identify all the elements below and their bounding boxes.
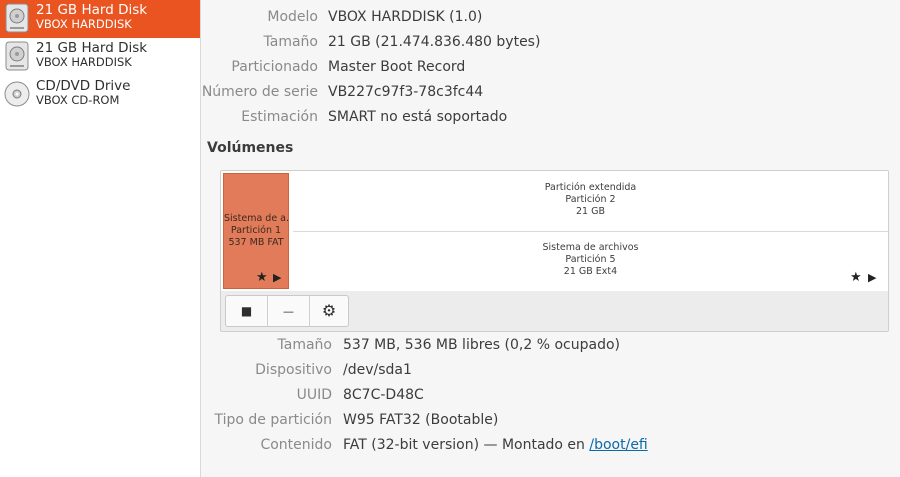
drive-model: VBOX HARDDISK bbox=[36, 17, 132, 31]
logical-partition-size: 21 GB Ext4 bbox=[563, 266, 618, 277]
drive-item-hard-disk-1[interactable]: 21 GB Hard Disk VBOX HARDDISK bbox=[0, 0, 200, 38]
extended-partition-size: 21 GB bbox=[576, 206, 605, 217]
partition-size-value: 537 MB, 536 MB libres (0,2 % ocupado) bbox=[343, 337, 620, 353]
partition-type-label: Tipo de partición bbox=[214, 412, 333, 428]
contents-value: FAT (32-bit version) — Montado en /boot/… bbox=[343, 435, 648, 455]
logical-partition-block[interactable]: Sistema de archivos Partición 5 21 GB Ex… bbox=[293, 232, 888, 291]
drive-sidebar: 21 GB Hard Disk VBOX HARDDISK 21 GB Hard… bbox=[0, 0, 201, 477]
size-value: 21 GB (21.474.836.480 bytes) bbox=[328, 34, 541, 50]
partition-options-button[interactable]: ⚙ bbox=[310, 296, 348, 326]
drive-model: VBOX HARDDISK bbox=[36, 55, 132, 69]
logical-partition-fs: Sistema de archivos bbox=[542, 242, 639, 253]
model-value: VBOX HARDDISK (1.0) bbox=[328, 9, 483, 25]
device-value: /dev/sda1 bbox=[343, 362, 412, 378]
extended-partition-type: Partición extendida bbox=[544, 182, 637, 193]
volumes-heading: Volúmenes bbox=[207, 140, 294, 156]
device-label: Dispositivo bbox=[255, 362, 332, 378]
drive-item-cd-dvd[interactable]: CD/DVD Drive VBOX CD-ROM bbox=[0, 76, 200, 114]
gear-icon: ⚙ bbox=[321, 301, 337, 320]
volumes-graphic: Sistema de a... Partición 1 537 MB FAT ★… bbox=[220, 170, 889, 332]
model-label: Modelo bbox=[267, 9, 318, 25]
volume-toolbar: ■ — ⚙ bbox=[225, 295, 349, 327]
partition-1-size: 537 MB FAT bbox=[228, 237, 284, 248]
extended-partition-block[interactable]: Partición extendida Partición 2 21 GB bbox=[293, 171, 888, 232]
star-icon: ★ bbox=[850, 270, 862, 285]
uuid-label: UUID bbox=[296, 387, 332, 403]
star-icon: ★ bbox=[256, 270, 268, 285]
hard-disk-icon bbox=[5, 41, 29, 71]
partition-1-number: Partición 1 bbox=[230, 225, 282, 236]
minus-icon: — bbox=[283, 305, 294, 318]
contents-text: FAT (32-bit version) — Montado en bbox=[343, 437, 590, 453]
assessment-value: SMART no está soportado bbox=[328, 109, 508, 125]
size-label: Tamaño bbox=[263, 34, 318, 50]
partitioning-value: Master Boot Record bbox=[328, 59, 466, 75]
serial-value: VB227c97f3-78c3fc44 bbox=[328, 84, 484, 100]
disk-details-panel: Modelo VBOX HARDDISK (1.0) Tamaño 21 GB … bbox=[201, 0, 900, 477]
play-icon: ▶ bbox=[868, 271, 877, 284]
partitioning-label: Particionado bbox=[231, 59, 318, 75]
partition-map: Sistema de a... Partición 1 537 MB FAT ★… bbox=[221, 171, 888, 291]
assessment-label: Estimación bbox=[241, 109, 318, 125]
serial-label: Número de serie bbox=[201, 84, 318, 100]
extended-partition-number: Partición 2 bbox=[565, 194, 616, 205]
drive-item-hard-disk-2[interactable]: 21 GB Hard Disk VBOX HARDDISK bbox=[0, 38, 200, 76]
logical-partition-number: Partición 5 bbox=[565, 254, 616, 265]
drive-name: 21 GB Hard Disk bbox=[36, 2, 148, 18]
partition-size-label: Tamaño bbox=[277, 337, 332, 353]
unmount-button[interactable]: ■ bbox=[226, 296, 267, 326]
optical-drive-icon bbox=[4, 81, 30, 107]
drive-name: CD/DVD Drive bbox=[36, 78, 131, 94]
partition-1-fs: Sistema de a... bbox=[224, 213, 288, 224]
drive-name: 21 GB Hard Disk bbox=[36, 40, 148, 56]
uuid-value: 8C7C-D48C bbox=[343, 387, 424, 403]
delete-partition-button[interactable]: — bbox=[268, 296, 309, 326]
drive-model: VBOX CD-ROM bbox=[36, 93, 120, 107]
partition-type-value: W95 FAT32 (Bootable) bbox=[343, 412, 499, 428]
contents-label: Contenido bbox=[260, 437, 332, 453]
hard-disk-icon bbox=[5, 3, 29, 33]
play-icon: ▶ bbox=[273, 271, 282, 284]
stop-icon: ■ bbox=[240, 304, 253, 318]
partition-1-block[interactable]: Sistema de a... Partición 1 537 MB FAT ★… bbox=[223, 173, 289, 289]
mount-point-link[interactable]: /boot/efi bbox=[589, 437, 647, 453]
